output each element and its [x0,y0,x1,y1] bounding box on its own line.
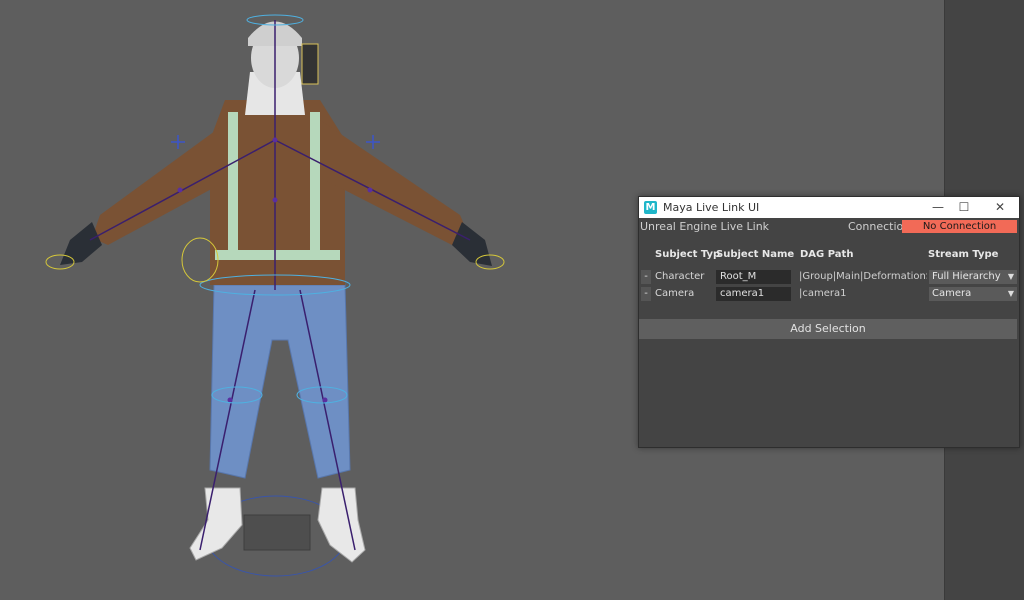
window-title: Maya Live Link UI [663,201,760,214]
maya-app-icon: M [644,201,657,214]
chevron-down-icon: ▼ [1007,272,1014,281]
window-titlebar[interactable]: M Maya Live Link UI — ☐ ✕ [639,197,1019,218]
column-header-stream-type: Stream Type [928,249,999,260]
remove-subject-button[interactable]: - [641,287,651,301]
subject-type-cell: Camera [655,288,695,299]
subject-name-field[interactable]: camera1 [716,287,791,301]
stream-type-dropdown[interactable]: Full Hierarchy ▼ [929,270,1017,284]
chevron-down-icon: ▼ [1007,289,1014,298]
table-row: - Camera camera1 |camera1 Camera ▼ [639,287,1019,303]
subject-name-field[interactable]: Root_M [716,270,791,284]
live-link-header: Unreal Engine Live Link Connection: No C… [639,218,1019,234]
add-selection-button[interactable]: Add Selection [639,319,1017,339]
column-header-dag-path: DAG Path [800,249,854,260]
column-header-subject-type: Subject Typ [655,249,721,260]
table-row: - Character Root_M |Group|Main|Deformati… [639,270,1019,286]
dag-path-cell: |camera1 [799,288,847,299]
connection-status-badge: No Connection [902,220,1017,233]
stream-type-value: Camera [932,288,972,299]
column-header-subject-name: Subject Name [716,249,795,260]
stream-type-value: Full Hierarchy [932,271,1001,282]
stream-type-dropdown[interactable]: Camera ▼ [929,287,1017,301]
unreal-engine-label: Unreal Engine Live Link [640,220,770,233]
close-icon[interactable]: ✕ [983,197,1017,218]
dag-path-cell: |Group|Main|DeformationSyst [799,271,927,282]
remove-subject-button[interactable]: - [641,270,651,284]
maximize-icon[interactable]: ☐ [947,197,981,218]
maya-live-link-window[interactable]: M Maya Live Link UI — ☐ ✕ Unreal Engine … [638,196,1020,448]
subject-type-cell: Character [655,271,705,282]
